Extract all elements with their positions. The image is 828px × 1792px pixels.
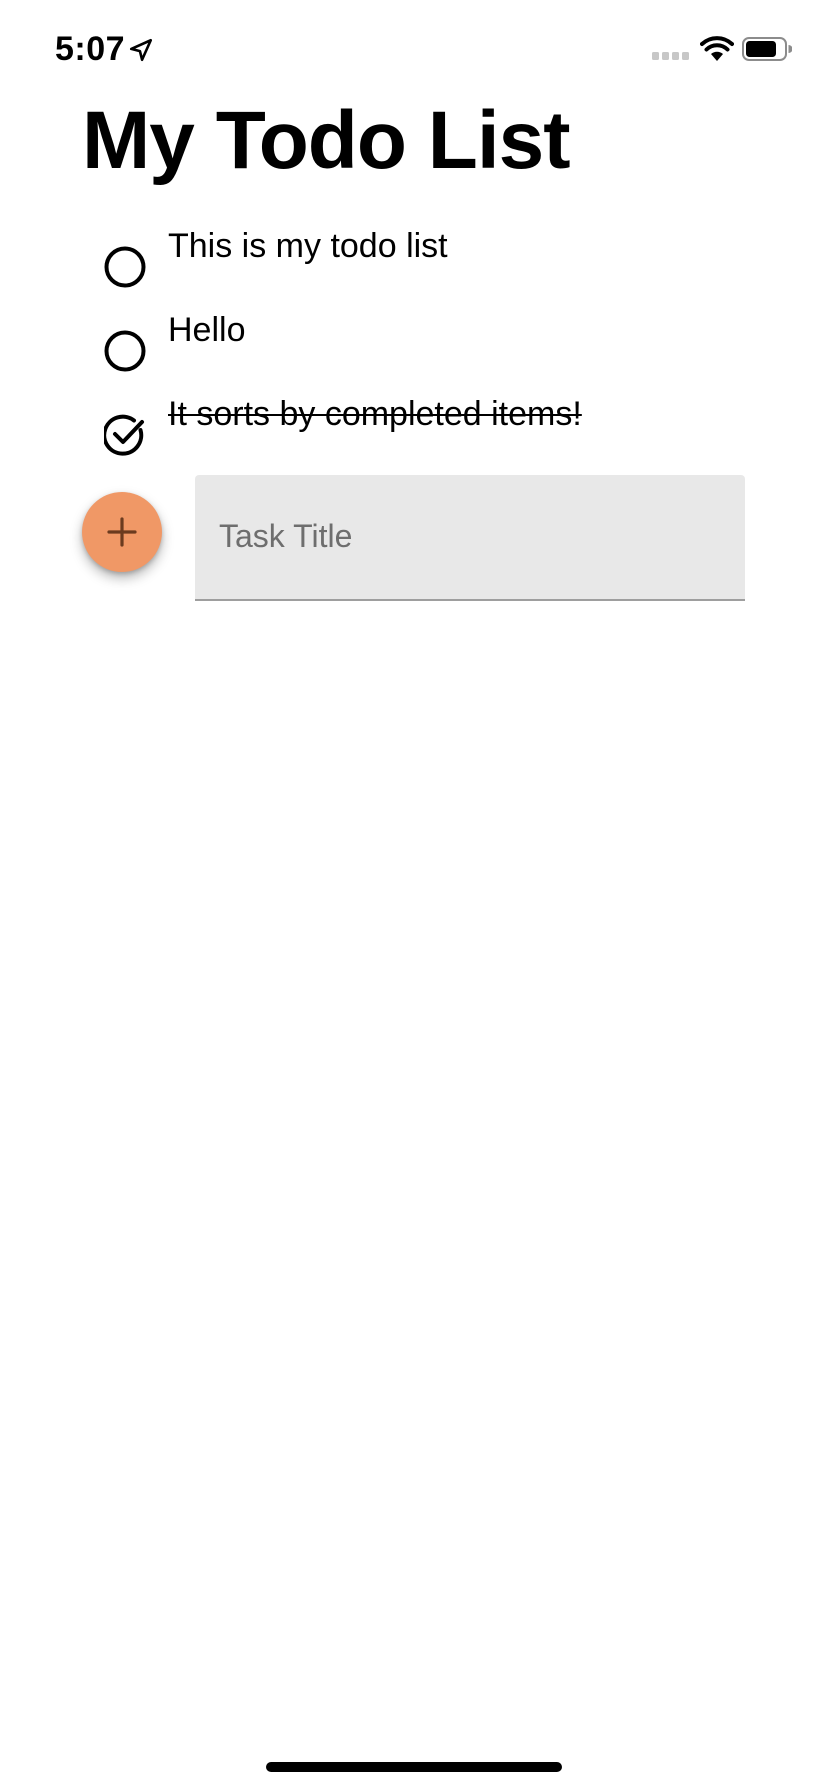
- task-title-field[interactable]: [195, 475, 745, 601]
- todo-label-completed: It sorts by completed items!: [168, 395, 582, 433]
- circle-checked-icon[interactable]: [104, 414, 146, 456]
- location-arrow-icon: [129, 38, 153, 62]
- circle-unchecked-icon[interactable]: [104, 330, 146, 372]
- cellular-signal-icon: [652, 52, 689, 60]
- todo-item[interactable]: This is my todo list: [104, 222, 764, 302]
- todo-label: Hello: [168, 311, 246, 349]
- todo-item[interactable]: Hello: [104, 306, 764, 386]
- todo-item[interactable]: It sorts by completed items!: [104, 390, 764, 470]
- circle-unchecked-icon[interactable]: [104, 246, 146, 288]
- status-bar: 5:07: [0, 0, 828, 100]
- todo-label: This is my todo list: [168, 227, 448, 265]
- task-title-input[interactable]: [219, 511, 719, 561]
- home-indicator[interactable]: [266, 1762, 562, 1772]
- battery-icon: [742, 37, 792, 61]
- status-time: 5:07: [55, 30, 126, 68]
- plus-icon: [107, 517, 137, 547]
- add-task-button[interactable]: [82, 492, 162, 572]
- wifi-icon: [700, 36, 734, 61]
- page-title: My Todo List: [82, 95, 571, 186]
